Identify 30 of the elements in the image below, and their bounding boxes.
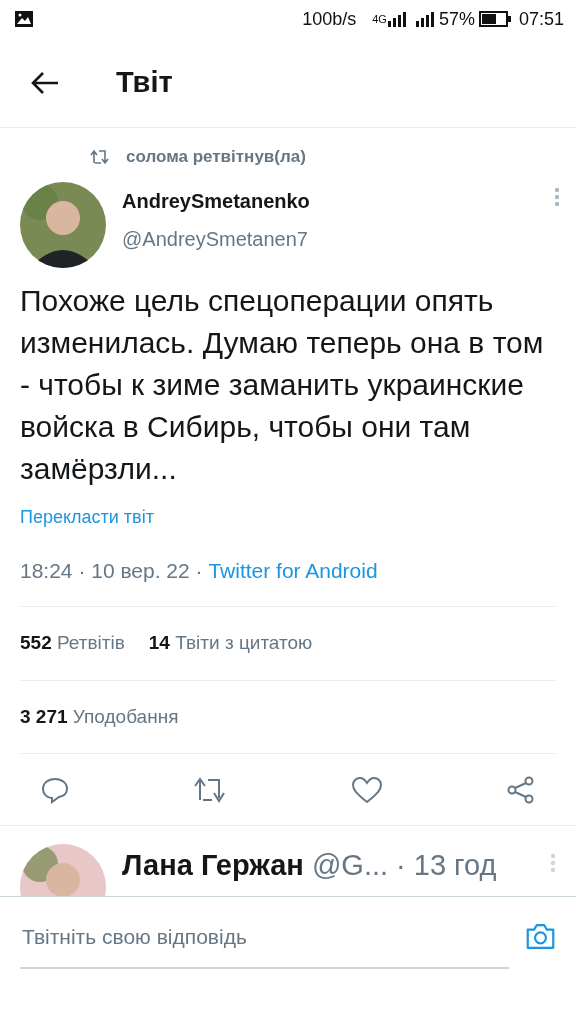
back-icon[interactable] — [30, 70, 60, 95]
battery-percent: 57% — [438, 7, 475, 31]
battery-icon — [478, 11, 511, 27]
reply-author-name[interactable]: Лана Гержан — [122, 844, 304, 888]
stat-label: Уподобання — [72, 705, 179, 727]
retweet-icon — [90, 148, 110, 165]
author-handle: @AndreySmetanen7 — [122, 226, 309, 252]
retweet-icon[interactable] — [193, 775, 228, 804]
signal-icon — [386, 11, 407, 27]
stat-label: Твіти з цитатою — [175, 632, 313, 653]
tweet-text: Похоже цель спецоперации опять изменилась. Думаю теперь она в том - чтобы к зиме заманить украинские войска в Сибирь, чтобы они там замёрзли... — [19, 282, 545, 487]
clock: 07:51 — [518, 7, 564, 31]
stat-count: 552 — [20, 632, 52, 653]
retweeted-by: солома ретвітнув(ла) — [126, 146, 306, 168]
stat-count: 3 271 — [20, 705, 68, 727]
tweet-timestamp: 18:24 · 10 вер. 22 · — [20, 558, 204, 582]
image-icon — [14, 10, 34, 28]
share-icon[interactable] — [506, 775, 536, 804]
stat-count: 14 — [148, 632, 170, 653]
stat-label: Ретвітів — [57, 632, 125, 653]
network-speed: 100b/s — [302, 7, 357, 31]
reply-author-handle: @G... — [311, 848, 389, 883]
network-type: 4G — [372, 11, 387, 27]
reply-time: · 13 год — [396, 848, 497, 883]
reply-icon[interactable] — [40, 775, 70, 804]
like-icon[interactable] — [350, 775, 383, 804]
camera-icon[interactable] — [525, 921, 556, 951]
signal-icon — [414, 11, 435, 27]
page-title: Твіт — [116, 65, 173, 100]
author-name[interactable]: AndreySmetanenko — [122, 185, 310, 216]
